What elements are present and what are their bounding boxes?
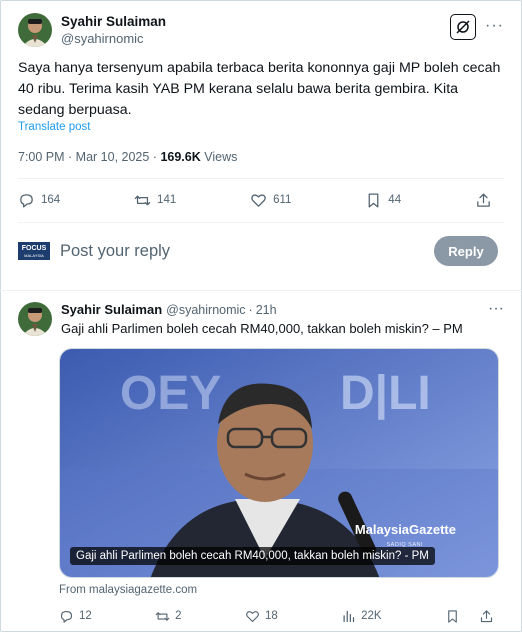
repost-icon [155,611,170,621]
like-action[interactable]: 611 [250,192,291,209]
svg-text:D|LI: D|LI [340,367,431,420]
user-avatar: FOCUS MALAYSIA [18,242,50,260]
author-handle[interactable]: @syahirnomic [166,303,245,317]
heart-icon [246,610,259,622]
reply-composer: FOCUS MALAYSIA Post your reply Reply [18,234,498,268]
views-action[interactable]: 22K [341,609,382,624]
tweet-meta: 7:00 PM · Mar 10, 2025 · 169.6K Views [18,150,237,164]
author-name[interactable]: Syahir Sulaiman [61,13,166,30]
share-action[interactable] [479,609,499,624]
heart-icon [251,193,266,207]
share-action[interactable] [475,192,498,209]
reply-action[interactable]: 12 [59,609,92,624]
timestamp[interactable]: 7:00 PM · Mar 10, 2025 · [18,150,160,164]
more-options-icon[interactable]: ··· [485,18,504,34]
card-brand-logo: MalaysiaGazette [354,522,456,537]
repost-count: 2 [175,610,182,622]
reply-icon [20,193,33,208]
reply-tweet-header: Syahir Sulaiman @syahirnomic · 21h [18,300,508,320]
tweet-text: Gaji ahli Parlimen boleh cecah RM40,000,… [61,321,463,336]
bookmark-icon [368,192,379,208]
separator-dot: · [248,303,253,317]
card-source[interactable]: From malaysiagazette.com [59,584,197,596]
repost-icon [134,195,151,205]
share-icon [477,192,490,207]
author-name[interactable]: Syahir Sulaiman [61,302,162,317]
views-count: 169.6K [160,150,201,164]
reply-input[interactable]: Post your reply [60,242,170,261]
views-count: 22K [361,610,382,622]
avatar[interactable] [18,302,52,336]
share-icon [480,609,493,622]
bookmark-action[interactable] [445,609,465,624]
reply-tweet[interactable]: Syahir Sulaiman @syahirnomic · 21h ··· G… [18,300,508,336]
reply-count: 164 [41,194,61,206]
bookmark-action[interactable]: 44 [365,192,401,209]
secondary-actions [445,609,499,624]
repost-action[interactable]: 141 [134,192,176,209]
article-image: OEY D|LI [60,349,498,577]
reply-count: 12 [79,610,92,622]
bookmark-icon [448,609,457,623]
repost-action[interactable]: 2 [155,609,182,624]
views-label: Views [200,150,238,164]
separator [0,290,522,291]
reply-button[interactable]: Reply [434,236,498,266]
bookmark-count: 44 [388,194,402,206]
timestamp[interactable]: 21h [256,303,277,317]
like-count: 611 [273,194,292,206]
divider [18,222,504,223]
card-caption: Gaji ahli Parlimen boleh cecah RM40,000,… [70,547,435,565]
views-chart-icon [343,610,355,622]
more-options-icon[interactable]: ··· [488,300,504,318]
divider [18,178,504,179]
user-avatar-text: FOCUS [21,244,47,252]
link-card[interactable]: OEY D|LI MalaysiaGazette SADIQ SANI Gaji… [59,348,499,578]
svg-text:OEY: OEY [120,367,221,420]
author-handle[interactable]: @syahirnomic [61,30,166,47]
like-count: 18 [264,610,278,622]
action-bar: 12 2 18 22K [59,606,499,626]
translate-link[interactable]: Translate post [18,121,90,133]
tweet-text: Saya hanya tersenyum apabila terbaca ber… [18,60,501,118]
action-bar: 164 141 611 44 [18,188,498,212]
user-avatar-subtext: MALAYSIA [24,252,44,258]
grok-icon[interactable] [450,14,476,40]
like-action[interactable]: 18 [245,609,278,624]
reply-icon [60,610,73,623]
main-tweet-header: Syahir Sulaiman @syahirnomic ··· [18,10,508,50]
repost-count: 141 [157,194,177,206]
reply-action[interactable]: 164 [18,192,60,209]
avatar[interactable] [18,13,52,47]
